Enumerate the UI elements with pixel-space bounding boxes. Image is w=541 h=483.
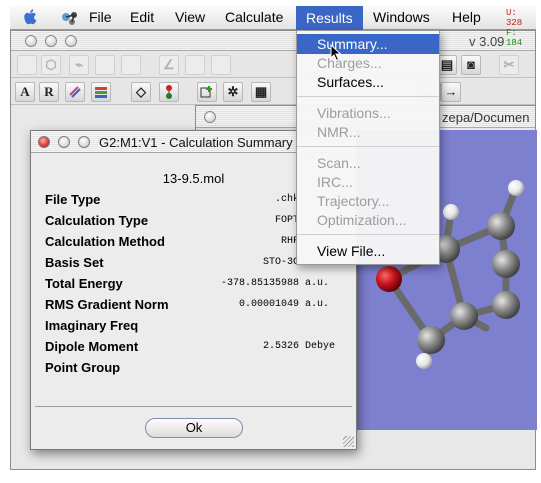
menu-item-vibrations: Vibrations... [317,105,391,121]
menu-separator [297,146,439,147]
menu-separator [297,234,439,235]
sparkle-icon[interactable]: ✲ [223,82,243,102]
menu-calculate[interactable]: Calculate [225,9,283,25]
angle-icon[interactable]: ∠ [159,55,179,75]
close-button[interactable] [25,35,37,47]
menu-bar: File Edit View Calculate Results Windows… [10,6,536,48]
scissors-icon[interactable]: ✂ [499,55,519,75]
add-fragment-icon[interactable] [197,82,217,102]
cut-icon[interactable] [211,55,231,75]
measure-icon[interactable] [121,55,141,75]
diamond-icon[interactable]: ◇ [131,82,151,102]
book-icon[interactable] [91,82,111,102]
status-line-u: U: 328 [506,8,523,28]
carbon-atom [492,250,520,278]
memory-status: U: 328 F: 184 [506,8,536,48]
row-unit: Debye [305,341,336,352]
hydrogen-atom [508,180,524,196]
row-label: Imaginary Freq [45,318,139,333]
row-label: File Type [45,192,101,207]
main-window-titlebar[interactable]: v 3.09 [11,31,535,51]
gaussview-app-icon[interactable] [60,9,80,27]
toolbar-1: ⬡ ⌁ ∠ ▤ ◙ ✂ [11,52,535,78]
resize-grip-icon[interactable] [343,436,354,447]
close-button[interactable] [38,136,50,148]
row-label: Calculation Method [45,234,165,249]
hydrogen-atom [416,353,432,369]
dihedral-icon[interactable] [185,55,205,75]
row-label: Basis Set [45,255,104,270]
blank-page-icon[interactable] [17,55,37,75]
menu-item-summary[interactable]: Summary... [297,34,439,54]
row-label: RMS Gradient Norm [45,297,169,312]
bond-icon[interactable] [95,55,115,75]
calc-window-title: G2:M1:V1 - Calculation Summary [99,135,293,150]
screenshot: v 3.09 ⬡ ⌁ ∠ ▤ ◙ ✂ A R ◇ ✲ ▦ → zepa/Docu… [0,0,541,483]
row-label: Total Energy [45,276,123,291]
bead-icon[interactable] [159,82,179,102]
main-window-title: v 3.09 [469,34,505,49]
view-close-button[interactable] [204,111,216,123]
view-window-path: zepa/Documen [442,110,530,125]
carbon-atom [417,326,445,354]
menu-view[interactable]: View [175,9,205,25]
summary-row: RMS Gradient Norm 0.00001049 a.u. [45,297,345,315]
minimize-button[interactable] [58,136,70,148]
zoom-button[interactable] [78,136,90,148]
menu-windows[interactable]: Windows [373,9,430,25]
menu-item-surfaces[interactable]: Surfaces... [297,72,439,92]
menu-item-view-file[interactable]: View File... [297,241,439,261]
menu-item-trajectory: Trajectory... [317,193,390,209]
menu-item-charges: Charges... [317,55,382,71]
results-menu: Summary... Charges... Surfaces... Vibrat… [296,30,440,265]
menu-file[interactable]: File [89,9,112,25]
forward-arrow-icon[interactable]: → [441,82,461,102]
ok-button[interactable]: Ok [145,418,243,438]
menu-item-nmr: NMR... [317,124,361,140]
menu-separator [297,96,439,97]
row-value: STO-3G [262,257,299,268]
chain-icon[interactable]: ⌁ [69,55,89,75]
row-label: Dipole Moment [45,339,139,354]
mouse-cursor-icon [330,44,342,62]
summary-row: Dipole Moment 2.5326 Debye [45,339,345,357]
summary-row: Imaginary Freq [45,318,345,336]
summary-row: Point Group [45,360,345,378]
minimize-button[interactable] [45,35,57,47]
menu-item-scan: Scan... [317,155,361,171]
row-label: Calculation Type [45,213,149,228]
menu-edit[interactable]: Edit [130,9,154,25]
zoom-button[interactable] [65,35,77,47]
row-label: Point Group [45,360,121,375]
row-value: 0.00001049 [238,299,299,310]
row-value: -378.85135988 [220,278,299,289]
summary-row: Total Energy -378.85135988 a.u. [45,276,345,294]
ring-icon[interactable]: ⬡ [41,55,61,75]
status-line-f: F: 184 [506,28,523,48]
row-value: 2.5326 [262,341,299,352]
oxygen-atom [376,266,402,292]
label-r-icon[interactable]: R [39,82,59,102]
hydrogen-atom [443,204,459,220]
menu-item-optimization: Optimization... [317,212,407,228]
menu-item-irc: IRC... [317,174,353,190]
apple-icon[interactable] [23,9,38,26]
carbon-atom [450,302,478,330]
camera-icon[interactable]: ◙ [461,55,481,75]
menu-results[interactable]: Results [296,6,363,30]
row-unit: a.u. [305,299,330,310]
label-a-icon[interactable]: A [15,82,35,102]
grid-icon[interactable]: ▦ [251,82,271,102]
divider [35,406,352,407]
menu-help[interactable]: Help [452,9,481,25]
carbon-atom [487,212,515,240]
toolbar-2: A R ◇ ✲ ▦ ← → [11,79,535,105]
stack-icon[interactable] [65,82,85,102]
row-unit: a.u. [305,278,330,289]
carbon-atom [492,291,520,319]
clipboard-icon[interactable]: ▤ [437,55,457,75]
